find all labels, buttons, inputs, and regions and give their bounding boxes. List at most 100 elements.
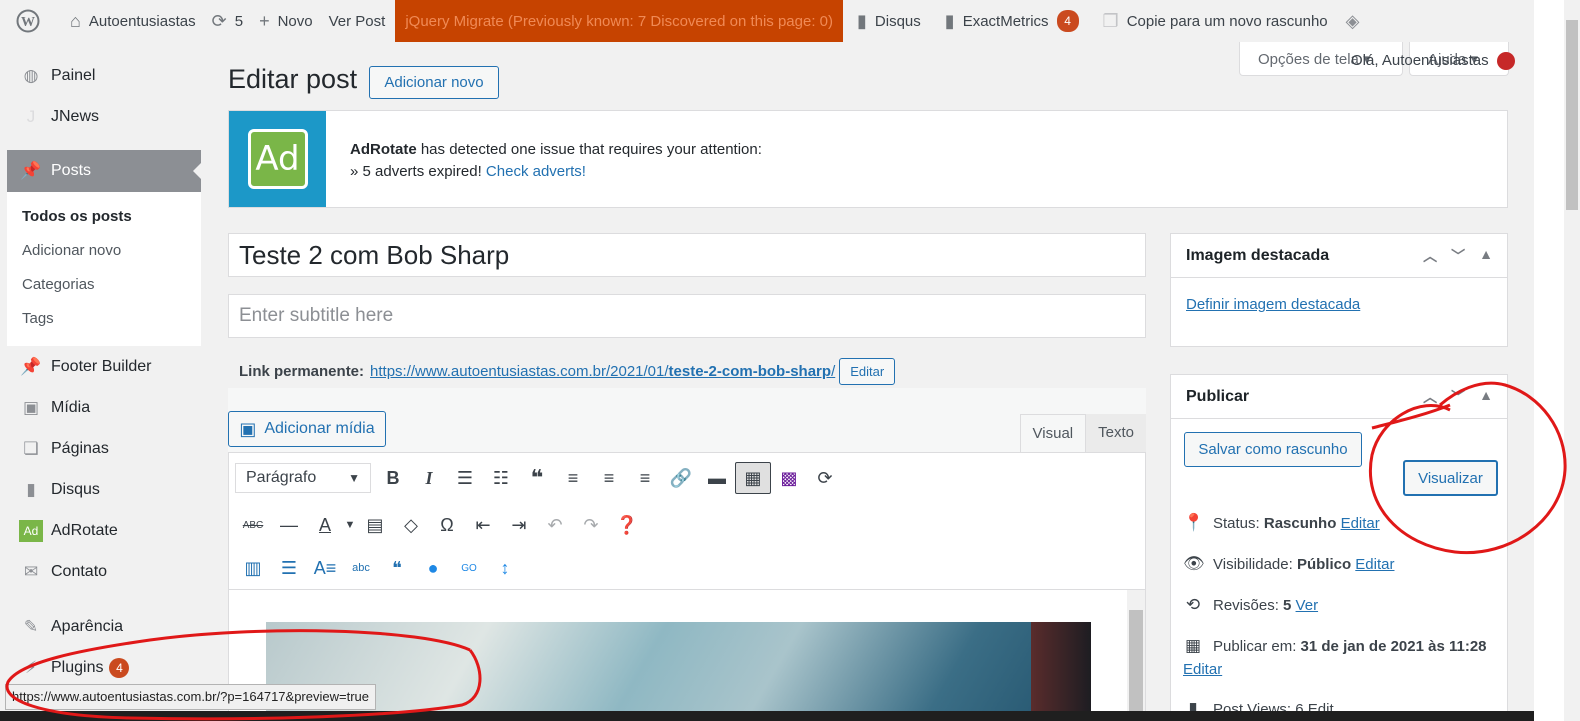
- shortcode-grid-icon[interactable]: ▩: [771, 462, 807, 494]
- menu-aparencia[interactable]: ✎ Aparência: [7, 606, 201, 647]
- status-row: 📍 Status: Rascunho Editar: [1183, 513, 1380, 532]
- spacing-icon[interactable]: ↕: [487, 552, 523, 584]
- page-scrollbar[interactable]: [1534, 0, 1580, 721]
- wordpress-icon: W: [16, 9, 40, 33]
- set-featured-image-link[interactable]: Definir imagem destacada: [1186, 296, 1360, 313]
- menu-paginas[interactable]: ❏ Páginas: [7, 428, 201, 469]
- main-content: Editar post Adicionar novo Opções de tel…: [201, 42, 1534, 721]
- menu-posts[interactable]: 📌 Posts: [7, 150, 201, 192]
- comment-icon: ▮: [857, 10, 867, 31]
- diamond-icon: ◈: [1345, 10, 1360, 31]
- submenu-all-posts[interactable]: Todos os posts: [7, 200, 201, 234]
- tab-visual[interactable]: Visual: [1019, 414, 1087, 452]
- toolbar-toggle-icon[interactable]: ▦: [735, 462, 771, 494]
- align-left-icon[interactable]: ≡: [555, 462, 591, 494]
- special-character-icon[interactable]: Ω: [429, 509, 465, 541]
- chevron-down-icon[interactable]: ﹀: [1451, 387, 1465, 407]
- exactmetrics-badge: 4: [1056, 10, 1079, 32]
- submenu-categories[interactable]: Categorias: [7, 268, 201, 302]
- editor-scrollbar[interactable]: [1127, 590, 1145, 720]
- strikethrough-icon[interactable]: ABC: [235, 509, 271, 541]
- text-block-icon[interactable]: ☰: [271, 552, 307, 584]
- italic-icon[interactable]: I: [411, 462, 447, 494]
- bold-icon[interactable]: B: [375, 462, 411, 494]
- horizontal-line-icon[interactable]: —: [271, 509, 307, 541]
- view-revisions-link[interactable]: Ver: [1296, 597, 1319, 614]
- menu-painel[interactable]: ◍ Painel: [7, 55, 201, 96]
- menu-jnews[interactable]: J JNews: [7, 96, 201, 137]
- link-icon[interactable]: 🔗: [663, 462, 699, 494]
- featured-image-box: Imagem destacada ︿ ﹀ ▲ Definir imagem dest…: [1170, 233, 1508, 347]
- visibility-row: 👁 Visibilidade: Público Editar: [1183, 554, 1395, 573]
- publish-box: Publicar ︿ ﹀ ▲ Salvar como rascunho Visual…: [1170, 374, 1508, 721]
- blockquote-icon[interactable]: ❝: [519, 462, 555, 494]
- toggle-arrow-icon[interactable]: ▲: [1479, 246, 1493, 266]
- edit-visibility-link[interactable]: Editar: [1355, 556, 1394, 573]
- menu-plugins[interactable]: ⚡ Plugins 4: [7, 647, 201, 688]
- menu-disqus[interactable]: ▮ Disqus: [7, 469, 201, 510]
- add-new-button[interactable]: Adicionar novo: [369, 66, 499, 99]
- button-shortcode-icon[interactable]: GO: [451, 552, 487, 584]
- view-post-link[interactable]: Ver Post: [321, 0, 396, 42]
- save-draft-button[interactable]: Salvar como rascunho: [1184, 432, 1362, 467]
- home-icon: ⌂: [70, 10, 81, 31]
- outdent-icon[interactable]: ⇤: [465, 509, 501, 541]
- add-media-button[interactable]: ▣ Adicionar mídia: [228, 411, 386, 447]
- jquery-migrate-notice[interactable]: jQuery Migrate (Previously known: 7 Disc…: [395, 0, 844, 42]
- toggle-arrow-icon[interactable]: ▲: [1479, 387, 1493, 407]
- submenu-add-new[interactable]: Adicionar novo: [7, 234, 201, 268]
- copy-icon: ❐: [1102, 10, 1119, 31]
- undo-icon[interactable]: ↶: [537, 509, 573, 541]
- edit-publish-date-link[interactable]: Editar: [1183, 661, 1222, 678]
- preview-button[interactable]: Visualizar: [1403, 460, 1498, 496]
- plus-icon: +: [259, 10, 270, 31]
- highlight-icon[interactable]: abc: [343, 552, 379, 584]
- read-more-icon[interactable]: ▬: [699, 462, 735, 494]
- permalink-url[interactable]: https://www.autoentusiastas.com.br/2021/…: [370, 363, 835, 380]
- alert-icon[interactable]: ●: [415, 552, 451, 584]
- indent-icon[interactable]: ⇥: [501, 509, 537, 541]
- menu-midia[interactable]: ▣ Mídia: [7, 387, 201, 428]
- align-right-icon[interactable]: ≡: [627, 462, 663, 494]
- menu-footer-builder[interactable]: 📌 Footer Builder: [7, 346, 201, 387]
- refresh-icon[interactable]: ⟳: [807, 462, 843, 494]
- account-greeting[interactable]: Olá, Autoentusiastas: [1351, 52, 1515, 71]
- columns-icon[interactable]: ▥: [235, 552, 271, 584]
- chevron-up-icon[interactable]: ︿: [1423, 246, 1437, 266]
- disqus-link[interactable]: ▮ Disqus: [849, 0, 929, 42]
- wordpress-logo[interactable]: W: [0, 0, 48, 42]
- new-content-link[interactable]: + Novo: [251, 0, 321, 42]
- adrotate-logo: Ad: [229, 111, 326, 207]
- edit-status-link[interactable]: Editar: [1341, 515, 1380, 532]
- admin-sidebar: ◍ Painel J JNews 📌 Posts Todos os posts Adi…: [7, 42, 201, 721]
- updates-link[interactable]: ⟳ 5: [204, 0, 251, 42]
- menu-adrotate[interactable]: Ad AdRotate: [7, 510, 201, 551]
- admin-bar: W ⌂ Autoentusiastas ⟳ 5 + Novo Ver Post jQu…: [0, 0, 1534, 42]
- redo-icon[interactable]: ↷: [573, 509, 609, 541]
- exactmetrics-link[interactable]: ▮ ExactMetrics 4: [937, 0, 1087, 42]
- copy-draft-link[interactable]: ❐ Copie para um novo rascunho ◈: [1095, 0, 1376, 42]
- check-adverts-link[interactable]: Check adverts!: [486, 163, 586, 180]
- tab-text[interactable]: Texto: [1086, 414, 1146, 452]
- menu-contato[interactable]: ✉ Contato: [7, 551, 201, 592]
- subtitle-input[interactable]: Enter subtitle here: [228, 294, 1146, 338]
- help-icon[interactable]: ❓: [609, 509, 645, 541]
- pullquote-icon[interactable]: ❝: [379, 552, 415, 584]
- chevron-down-icon[interactable]: ﹀: [1451, 246, 1465, 266]
- dropcap-icon[interactable]: A≡: [307, 552, 343, 584]
- media-icon: ▣: [22, 397, 40, 417]
- format-select[interactable]: Parágrafo ▼: [235, 463, 371, 493]
- site-name-link[interactable]: ⌂ Autoentusiastas: [62, 0, 204, 42]
- edit-permalink-button[interactable]: Editar: [839, 358, 896, 385]
- submenu-tags[interactable]: Tags: [7, 302, 201, 336]
- post-title-input[interactable]: Teste 2 com Bob Sharp: [228, 233, 1146, 277]
- caret-down-icon[interactable]: ▼: [343, 509, 357, 541]
- align-center-icon[interactable]: ≡: [591, 462, 627, 494]
- revisions-row: ⟲ Revisões: 5 Ver: [1183, 595, 1318, 615]
- clear-formatting-icon[interactable]: ◇: [393, 509, 429, 541]
- numbered-list-icon[interactable]: ☷: [483, 462, 519, 494]
- text-color-icon[interactable]: A: [307, 509, 343, 541]
- bullet-list-icon[interactable]: ☰: [447, 462, 483, 494]
- chevron-up-icon[interactable]: ︿: [1423, 387, 1437, 407]
- paste-text-icon[interactable]: ▤: [357, 509, 393, 541]
